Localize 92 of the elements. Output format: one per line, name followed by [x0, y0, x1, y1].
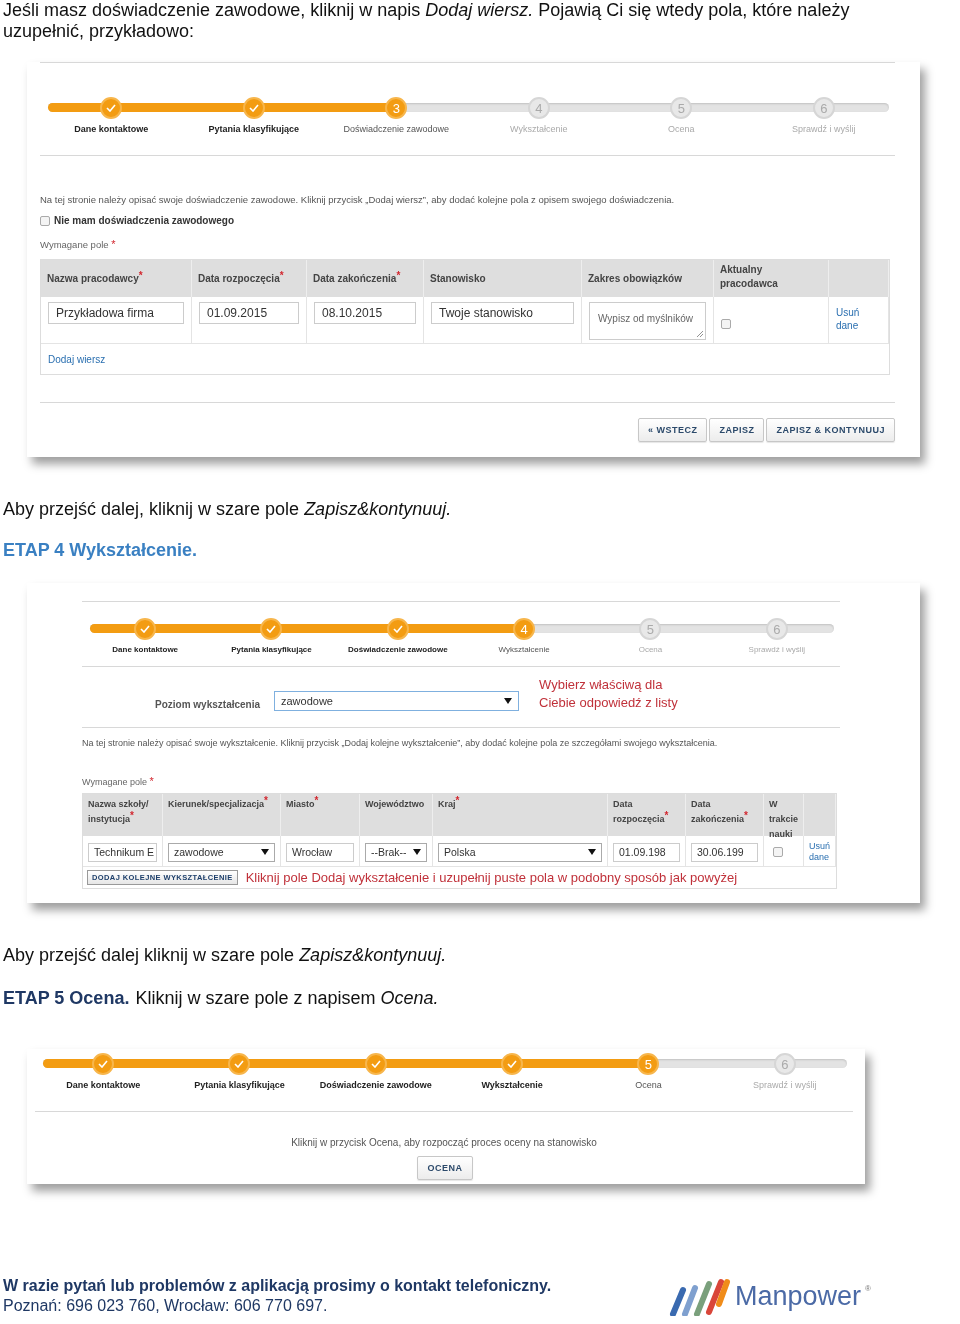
step-label: Dane kontaktowe: [74, 124, 149, 134]
step-label: Pytania klasyfikujące: [231, 645, 312, 654]
step-badge[interactable]: [92, 1053, 115, 1075]
caret-icon: [504, 698, 512, 704]
form-button[interactable]: ZAPISZ & KONTYNUUJ: [766, 418, 895, 442]
checkbox-label: Nie mam doświadczenia zawodowego: [54, 215, 235, 226]
step-label: Wykształcenie: [498, 645, 550, 654]
check-icon: [98, 1060, 109, 1068]
annotation-text: Kliknij pole Dodaj wykształcenie i uzupełnij puste pola w podobny sposób jak powyżej: [245, 870, 738, 885]
step-label: Doświadczenie zawodowe: [343, 124, 450, 134]
step-label: Doświadczenie zawodowe: [348, 645, 448, 654]
phone-numbers: Poznań: 696 023 760, Wrocław: 606 770 697.: [3, 1296, 329, 1316]
text-field[interactable]: 01.09.2015: [199, 302, 299, 324]
step-label: Wykształcenie: [481, 1080, 543, 1090]
checkbox[interactable]: [721, 319, 731, 329]
instruction-text: Aby przejść dalej, kliknij w szare pole Zapisz&kontynuuj.: [2, 499, 453, 520]
step-badge[interactable]: [134, 618, 157, 640]
column-header: Zakres obowiązków: [582, 260, 714, 297]
column-header: Stanowisko: [424, 260, 582, 297]
caret-icon: [261, 849, 269, 855]
remove-link[interactable]: Usuń dane: [809, 841, 830, 863]
step-label: Pytania klasyfikujące: [194, 1080, 285, 1090]
dropdown-value: zawodowe: [281, 695, 333, 707]
rating-button[interactable]: OCENA: [417, 1156, 473, 1180]
step-label: Wykształcenie: [510, 124, 568, 134]
step-badge[interactable]: [364, 1053, 387, 1075]
check-icon: [234, 1060, 245, 1068]
step-label: Dane kontaktowe: [112, 645, 179, 654]
field-label: Poziom wykształcenia: [155, 699, 262, 710]
check-icon: [106, 104, 117, 112]
step-badge[interactable]: [501, 1053, 524, 1075]
annotation-text: Wybierz właściwą dla Ciebie odpowiedź z listy: [539, 676, 679, 712]
column-header: Województwo: [360, 794, 433, 836]
form-button[interactable]: ZAPISZ: [709, 418, 765, 442]
step-badge[interactable]: [100, 97, 123, 119]
step-label: Doświadczenie zawodowe: [319, 1080, 432, 1090]
text-field[interactable]: Twoje stanowisko: [431, 302, 574, 324]
dropdown-value: zawodowe: [174, 845, 224, 859]
add-row-link[interactable]: Dodaj wiersz: [48, 354, 106, 365]
text-field[interactable]: 30.06.199: [691, 842, 758, 862]
step-label: Ocena: [668, 124, 695, 134]
text-field[interactable]: Wrocław: [286, 842, 354, 862]
remove-link[interactable]: Usuń dane: [836, 306, 881, 332]
required-note: Wymagane pole *: [82, 775, 155, 787]
check-icon: [507, 1060, 518, 1068]
text-field[interactable]: 01.09.198: [613, 842, 680, 862]
step-badge[interactable]: [260, 618, 283, 640]
form-button[interactable]: « WSTECZ: [637, 418, 708, 442]
caret-icon: [413, 849, 421, 855]
dropdown[interactable]: Polska: [438, 842, 602, 862]
step-badge[interactable]: [228, 1053, 251, 1075]
registered-mark: ®: [865, 1284, 871, 1293]
dropdown[interactable]: --Brak--: [365, 842, 427, 862]
instruction-text: Aby przejść dalej kliknij w szare pole Zapisz&kontynuuj.: [2, 945, 448, 966]
dropdown-value: Polska: [444, 845, 476, 859]
step-label: Pytania klasyfikujące: [208, 124, 300, 134]
section-heading: ETAP 4 Wykształcenie.: [2, 540, 199, 561]
resize-grip-icon: [697, 331, 703, 337]
checkbox[interactable]: [40, 215, 50, 226]
text-area[interactable]: Wypisz od myślników: [589, 302, 706, 340]
info-text: Kliknij w przycisk Ocena, aby rozpocząć proces oceny na stanowisko: [290, 1137, 598, 1148]
step-badge[interactable]: [386, 618, 409, 640]
check-icon: [248, 104, 259, 112]
step-label: Sprawdź i wyślij: [753, 1080, 817, 1090]
logo-text: Manpower: [735, 1280, 862, 1312]
caret-icon: [588, 849, 596, 855]
placeholder-text: Wypisz od myślników: [598, 313, 693, 324]
dropdown[interactable]: zawodowe: [168, 842, 275, 862]
info-text: Na tej stronie należy opisać swoje doświadczenie zawodowe. Kliknij przycisk „Dodaj wiersz”, aby dodać kolejne pola z opisem swojego doświadczenia.: [40, 194, 676, 205]
dropdown-value: --Brak--: [371, 845, 407, 859]
step-label: Sprawdź i wyślij: [792, 124, 856, 134]
required-note: Wymagane pole *: [40, 238, 117, 250]
step-label: Ocena: [635, 1080, 662, 1090]
step-badge[interactable]: [242, 97, 265, 119]
check-icon: [392, 625, 403, 633]
column-header: W trakcie nauki: [764, 794, 804, 836]
section-heading: ETAP 5 Ocena.: [3, 988, 130, 1009]
step-label: Ocena: [638, 645, 663, 654]
text-field[interactable]: 08.10.2015: [314, 302, 416, 324]
dropdown[interactable]: zawodowe: [274, 691, 519, 711]
column-header: Aktualny pracodawca: [714, 260, 829, 297]
checkbox[interactable]: [773, 847, 783, 857]
instruction-text: Kliknij w szare pole z napisem Ocena.: [135, 988, 439, 1009]
step-label: Dane kontaktowe: [66, 1080, 141, 1090]
text-field[interactable]: Technikum E: [88, 842, 157, 862]
info-text: Na tej stronie należy opisać swoje wykształcenie. Kliknij przycisk „Dodaj kolejne wykształcenie”, aby dodać kolejne pola ze szczegółami swojego wykształcenia.: [82, 738, 719, 748]
intro-paragraph: Jeśli masz doświadczenie zawodowe, kliknij w napis Dodaj wiersz. Pojawią Ci się wtedy pola, które należy uzupełnić, przykładowo:: [2, 0, 851, 42]
check-icon: [140, 625, 151, 633]
contact-text: W razie pytań lub problemów z aplikacją prosimy o kontakt telefoniczny.: [3, 1276, 552, 1296]
check-icon: [266, 625, 277, 633]
check-icon: [370, 1060, 381, 1068]
text-field[interactable]: Przykładowa firma: [48, 302, 184, 324]
